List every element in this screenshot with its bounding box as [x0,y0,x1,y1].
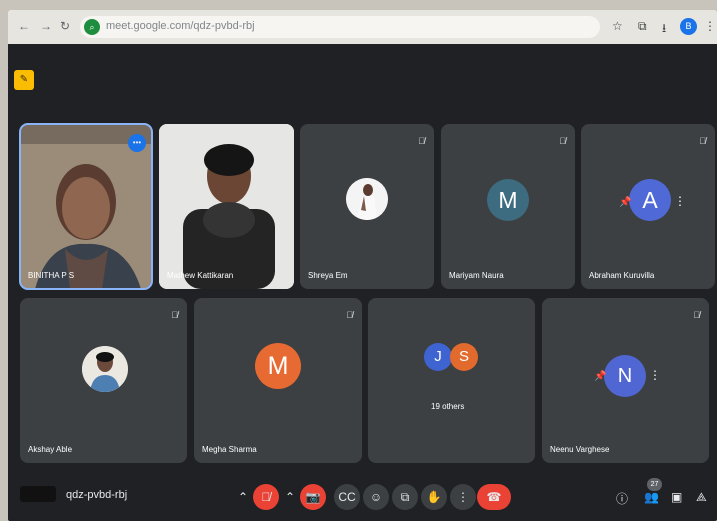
people-icon[interactable]: 👥 [644,490,659,504]
participant-photo-akshay [82,346,128,392]
participant-name: BINITHA P S [28,271,75,280]
others-tile[interactable]: J S 19 others [368,298,535,463]
meet-window: ← → ↻ ⌕ meet.google.com/qdz-pvbd-rbj ☆ ⧉… [8,10,717,521]
avatar-initial-mariyam: M [487,179,529,221]
participant-more-icon[interactable]: ⋮ [649,368,661,382]
participant-name: Abraham Kuruvilla [589,271,655,280]
more-options-button[interactable]: ⋮ [450,484,476,510]
meeting-notes-icon[interactable]: ✎ [14,70,34,90]
pin-icon[interactable]: 📌 [619,197,631,208]
participant-name: Mathew Kattikaran [167,271,234,280]
participant-tile-mathew[interactable]: Mathew Kattikaran [159,124,294,289]
participant-photo-shreya [346,178,388,220]
download-icon[interactable]: ⭳ [662,19,666,40]
url-text: meet.google.com/qdz-pvbd-rbj [106,20,255,32]
info-icon[interactable]: ⓘ [616,490,628,507]
avatar-initial-megha: M [255,343,301,389]
participant-tile-mariyam[interactable]: M 🎙̸ Mariyam Naura [441,124,575,289]
participant-tile-shreya[interactable]: 🎙̸ Shreya Em [300,124,434,289]
extensions-icon[interactable]: ⧉ [638,19,647,34]
participant-tile-neenu[interactable]: N 📌 ⋮ 🎙̸ Neenu Varghese [542,298,709,463]
mic-off-icon: 🎙̸ [559,136,566,146]
captions-button[interactable]: CC [334,484,360,510]
star-icon[interactable]: ☆ [612,19,623,33]
others-count: 19 others [431,402,465,411]
participant-name: Akshay Able [28,445,73,454]
forward-icon[interactable]: → [40,19,52,33]
reload-icon[interactable]: ↻ [60,19,70,33]
participant-name: Shreya Em [308,271,348,280]
reactions-button[interactable]: ☺ [363,484,389,510]
participant-tile-abraham[interactable]: A 📌 ⋮ 🎙̸ Abraham Kuruvilla [581,124,715,289]
mic-off-icon: 🎙̸ [418,136,425,146]
mic-off-icon: 🎙̸ [171,310,178,320]
back-icon[interactable]: ← [18,19,30,33]
participant-video-mathew [159,124,294,289]
activities-icon[interactable]: ⟁ [696,490,707,505]
audio-options-icon[interactable]: ⌃ [234,484,252,510]
avatar-initial-abraham: A [629,179,671,221]
camera-off-button[interactable]: 📷 [300,484,326,510]
mic-off-button[interactable]: 🎙̸ [253,484,279,510]
participant-count-badge: 27 [647,478,662,491]
meeting-code: qdz-pvbd-rbj [66,489,128,501]
avatar-initial-j: J [424,343,452,371]
participant-name: Mariyam Naura [449,271,504,280]
leave-call-button[interactable]: ☎ [477,484,511,510]
chat-icon[interactable]: ▣ [671,490,682,504]
raise-hand-button[interactable]: ✋ [421,484,447,510]
participant-more-icon[interactable]: ⋮ [674,194,686,208]
mic-off-icon: 🎙̸ [699,136,706,146]
participant-name: Neenu Varghese [550,445,610,454]
url-field[interactable]: ⌕ meet.google.com/qdz-pvbd-rbj [80,16,600,38]
participant-name: Megha Sharma [202,445,257,454]
participant-tile-binitha[interactable]: ••• BINITHA P S [19,123,153,290]
pin-icon[interactable]: 📌 [594,371,606,382]
redacted-time [20,486,56,502]
present-button[interactable]: ⧉ [392,484,418,510]
profile-avatar[interactable]: B [680,18,697,35]
mic-off-icon: 🎙̸ [693,310,700,320]
participant-tile-megha[interactable]: M 🎙̸ Megha Sharma [194,298,362,463]
avatar-initial-neenu: N [604,355,646,397]
participant-tile-akshay[interactable]: 🎙̸ Akshay Able [20,298,187,463]
mic-off-icon: 🎙̸ [346,310,353,320]
more-menu-icon[interactable]: ⋮ [704,19,716,33]
speaking-icon: ••• [128,134,146,152]
avatar-initial-s: S [450,343,478,371]
video-options-icon[interactable]: ⌃ [281,484,299,510]
site-info-icon[interactable]: ⌕ [84,19,100,35]
browser-address-bar: ← → ↻ ⌕ meet.google.com/qdz-pvbd-rbj ☆ ⧉… [8,10,717,44]
